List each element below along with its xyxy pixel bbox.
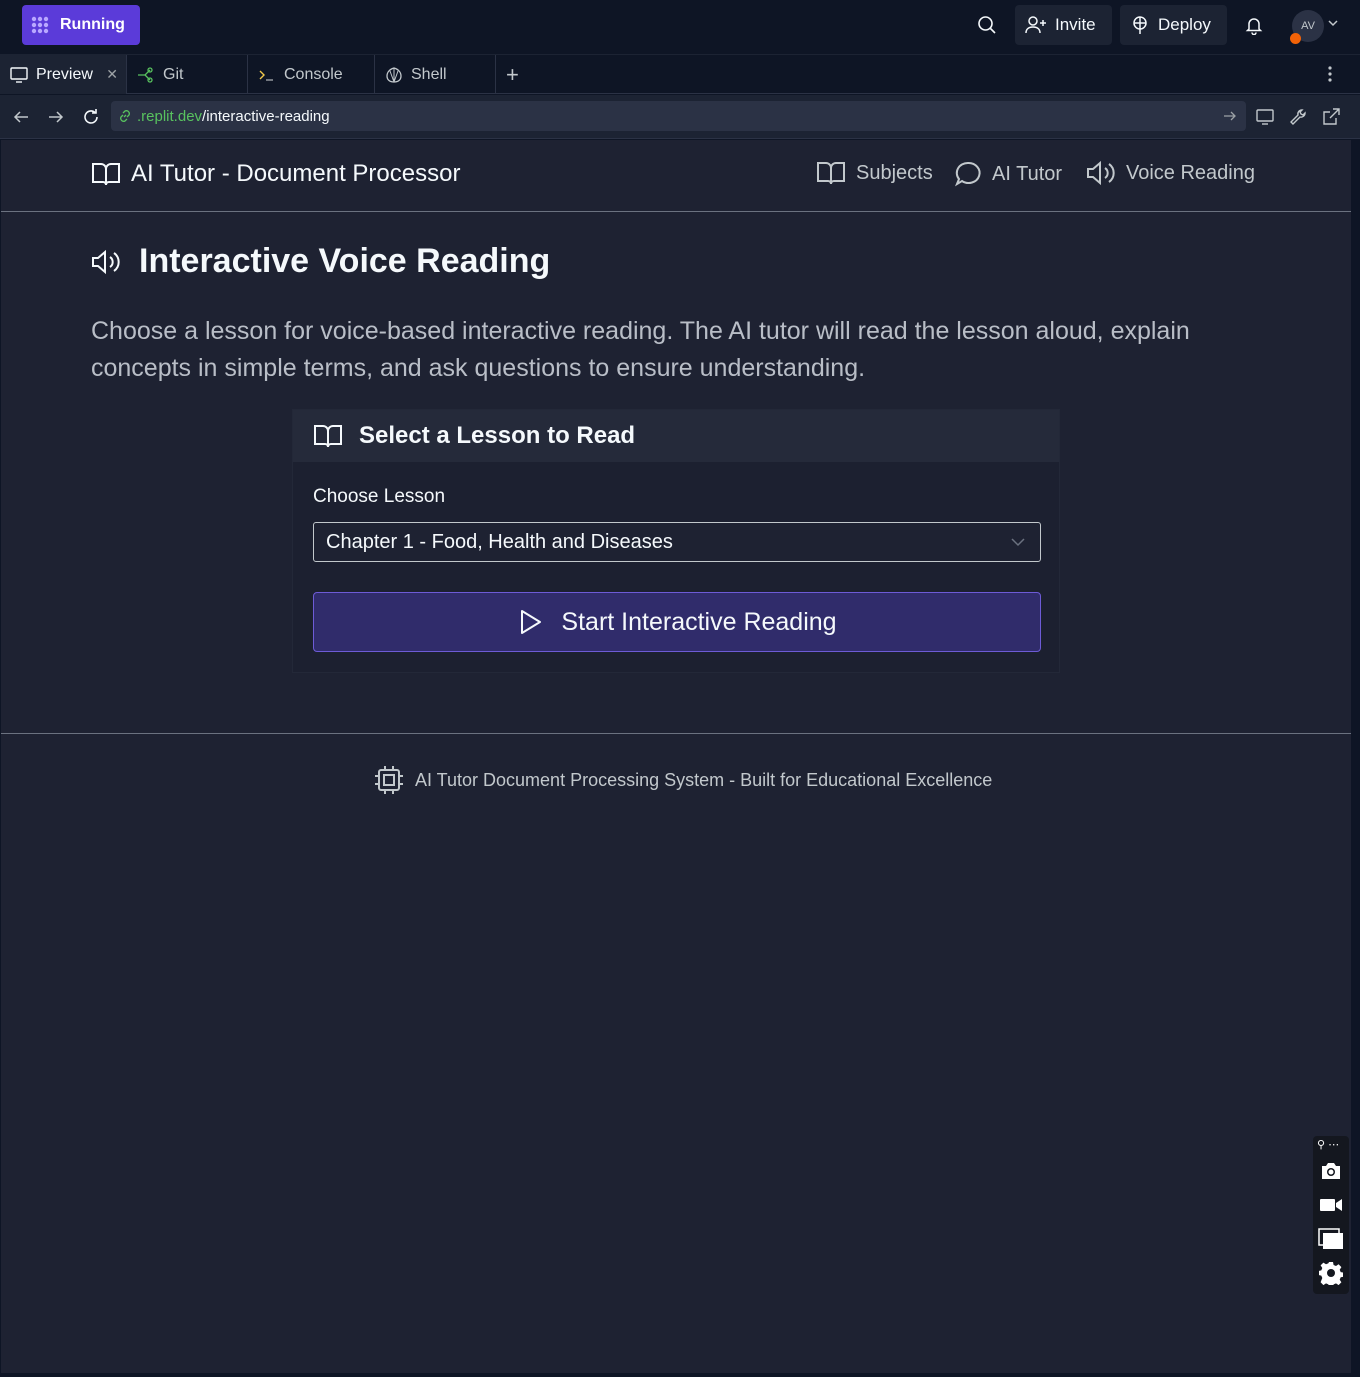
tab-label: Preview <box>36 65 93 83</box>
chat-bubble-icon <box>954 161 981 187</box>
lesson-card: Select a Lesson to Read Choose Lesson Ch… <box>292 409 1060 673</box>
recording-toolbar: ⚲ ⋯ <box>1313 1136 1349 1294</box>
bell-icon[interactable] <box>1241 12 1267 38</box>
add-tab-button[interactable]: + <box>506 62 519 88</box>
lesson-select[interactable]: Chapter 1 - Food, Health and Diseases <box>313 522 1041 562</box>
nav-ai-tutor[interactable]: AI Tutor <box>954 160 1062 188</box>
monitor-icon <box>10 66 28 83</box>
book-open-icon <box>92 163 120 186</box>
brand-title: AI Tutor - Document Processor <box>131 160 461 187</box>
card-title: Select a Lesson to Read <box>359 422 636 449</box>
footer: AI Tutor Document Processing System - Bu… <box>373 764 992 796</box>
invite-button[interactable]: Invite <box>1015 5 1112 45</box>
window-edge <box>1351 140 1360 1377</box>
close-icon[interactable]: ✕ <box>106 66 118 83</box>
video-camera-icon[interactable] <box>1318 1192 1344 1218</box>
chevron-down-icon <box>1011 538 1025 547</box>
avatar-initials: AV <box>1301 20 1315 32</box>
page-description: Choose a lesson for voice-based interact… <box>91 317 1190 382</box>
footer-divider <box>1 733 1351 734</box>
page-title-text: Interactive Voice Reading <box>139 242 551 280</box>
deploy-icon <box>1133 16 1147 34</box>
url-path: /interactive-reading <box>202 107 330 125</box>
book-open-icon <box>314 425 342 448</box>
tab-label: Console <box>284 65 343 83</box>
tab-label: Shell <box>411 65 447 83</box>
tab-git[interactable]: Git <box>127 55 248 94</box>
lesson-select-value: Chapter 1 - Food, Health and Diseases <box>326 530 673 553</box>
nav-voice-reading[interactable]: Voice Reading <box>1086 160 1255 186</box>
nav-subjects-label: Subjects <box>856 161 933 184</box>
choose-lesson-label: Choose Lesson <box>313 486 446 507</box>
back-arrow-icon[interactable] <box>10 106 32 128</box>
app-preview: AI Tutor - Document Processor Subjects A… <box>1 140 1351 1373</box>
gear-icon[interactable] <box>1318 1260 1344 1286</box>
invite-label: Invite <box>1055 15 1096 34</box>
nav-voice-reading-label: Voice Reading <box>1126 161 1255 184</box>
tab-preview[interactable]: Preview ✕ <box>0 55 127 94</box>
toolbar-more-icon[interactable]: ⚲ ⋯ <box>1317 1138 1339 1151</box>
chevron-down-icon[interactable] <box>1327 18 1339 28</box>
url-input[interactable]: .replit.dev/interactive-reading <box>111 101 1246 131</box>
nav-ai-tutor-label: AI Tutor <box>992 162 1063 185</box>
app-header: AI Tutor - Document Processor Subjects A… <box>1 140 1351 212</box>
git-icon <box>138 66 153 83</box>
nav-subjects[interactable]: Subjects <box>816 160 933 186</box>
run-status-label: Running <box>60 16 125 33</box>
replit-logo-icon <box>31 16 49 34</box>
url-domain: .replit.dev <box>137 107 203 125</box>
go-arrow-icon[interactable] <box>1222 107 1238 125</box>
start-reading-button[interactable]: Start Interactive Reading <box>313 592 1041 652</box>
top-bar: Running Invite Deploy AV <box>0 0 1360 52</box>
speaker-icon <box>92 249 120 274</box>
start-reading-label: Start Interactive Reading <box>561 607 837 636</box>
tab-shell[interactable]: Shell <box>375 55 496 94</box>
page-title: Interactive Voice Reading <box>91 242 550 281</box>
run-status-button[interactable]: Running <box>22 5 140 45</box>
add-user-icon <box>1025 16 1046 34</box>
reload-icon[interactable] <box>80 106 102 128</box>
more-vertical-icon[interactable] <box>1322 63 1338 85</box>
link-icon <box>120 110 130 122</box>
avatar[interactable]: AV <box>1290 10 1324 44</box>
tab-bar: Preview ✕ Git Console Shell + <box>0 54 1360 94</box>
avatar-status-dot <box>1290 33 1301 44</box>
wrench-icon[interactable] <box>1288 106 1310 128</box>
play-icon <box>521 610 542 634</box>
book-open-icon <box>817 162 845 185</box>
brand[interactable]: AI Tutor - Document Processor <box>91 160 460 188</box>
forward-arrow-icon[interactable] <box>45 106 67 128</box>
cpu-icon <box>375 766 403 794</box>
footer-text: AI Tutor Document Processing System - Bu… <box>415 769 993 790</box>
camera-icon[interactable] <box>1318 1158 1344 1184</box>
deploy-label: Deploy <box>1158 15 1211 34</box>
url-bar: .replit.dev/interactive-reading <box>0 95 1360 139</box>
external-link-icon[interactable] <box>1320 106 1342 128</box>
card-header: Select a Lesson to Read <box>293 410 1059 462</box>
deploy-button[interactable]: Deploy <box>1120 5 1227 45</box>
shell-icon <box>386 66 402 83</box>
speaker-icon <box>1087 160 1115 186</box>
tab-console[interactable]: Console <box>248 55 375 94</box>
devices-icon[interactable] <box>1255 106 1277 128</box>
window-icon[interactable] <box>1318 1226 1344 1252</box>
search-icon[interactable] <box>974 12 1000 38</box>
terminal-icon <box>259 70 273 81</box>
tab-label: Git <box>163 65 184 83</box>
